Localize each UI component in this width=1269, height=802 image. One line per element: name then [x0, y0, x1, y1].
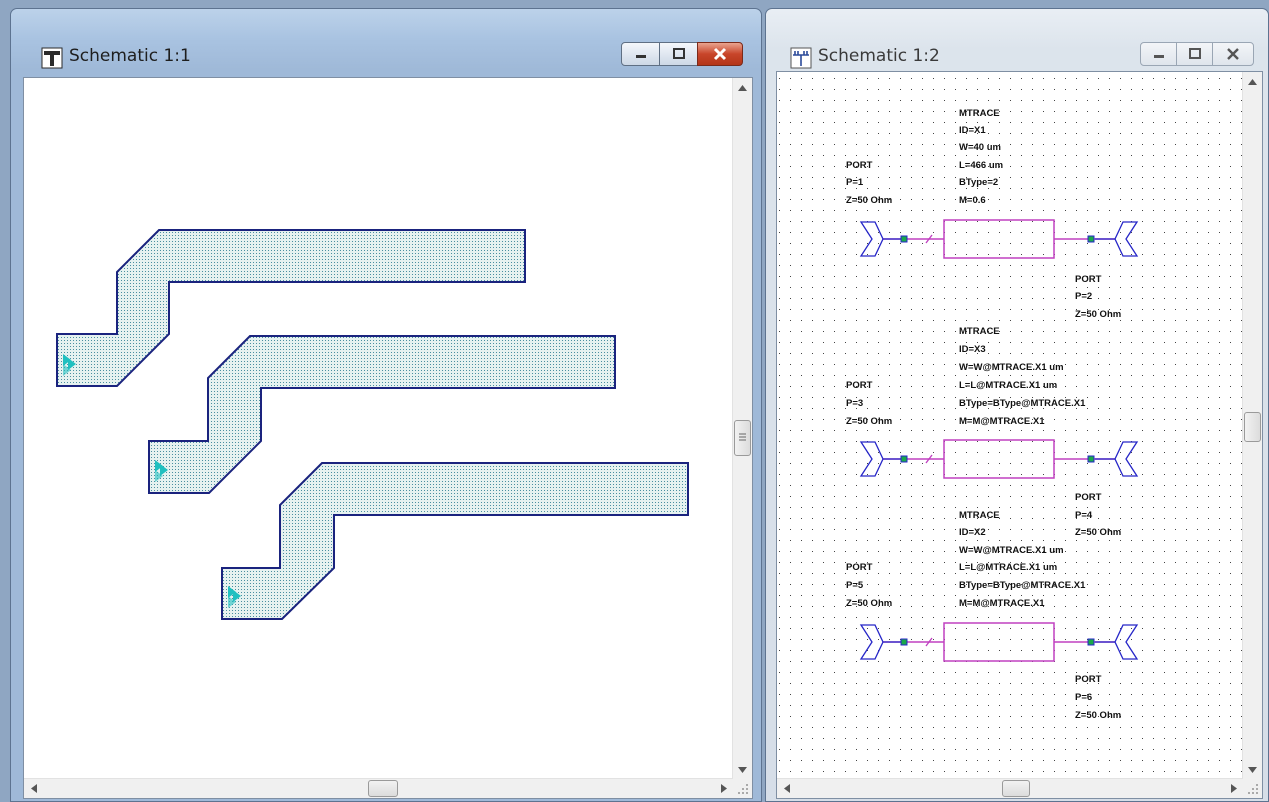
- minimize-button[interactable]: [621, 42, 660, 66]
- arrow-up-icon: [1248, 78, 1257, 85]
- window-title: Schematic 1:1: [69, 46, 191, 66]
- param-line: PORT: [846, 160, 873, 171]
- window-title: Schematic 1:2: [818, 46, 940, 66]
- node-dot: [900, 235, 908, 243]
- arrow-left-icon: [783, 784, 790, 793]
- horizontal-scrollbar[interactable]: [24, 778, 733, 798]
- param-line: L=L@MTRACE.X1 um: [959, 380, 1057, 391]
- arrow-down-icon: [738, 766, 747, 773]
- vertical-scrollbar[interactable]: [732, 78, 752, 779]
- layout-window[interactable]: Schematic 1:1: [10, 8, 762, 802]
- maximize-icon: [1188, 48, 1201, 59]
- param-line: M=0.6: [959, 195, 986, 206]
- schematic-canvas[interactable]: MTRACE ID=X1 W=40 um L=466 um BType=2 M=…: [777, 72, 1244, 780]
- horizontal-scroll-thumb[interactable]: [1002, 780, 1030, 797]
- scroll-down-button[interactable]: [733, 760, 752, 779]
- param-line: ID=X1: [959, 125, 986, 136]
- node-dot: [1087, 638, 1095, 646]
- minimize-button[interactable]: [1140, 42, 1177, 66]
- scroll-left-button[interactable]: [24, 779, 43, 798]
- scroll-right-button[interactable]: [714, 779, 733, 798]
- param-line: W=40 um: [959, 142, 1001, 153]
- resize-grip[interactable]: [1243, 779, 1262, 798]
- param-line: ID=X2: [959, 527, 986, 538]
- layout-canvas-area: [23, 77, 753, 799]
- maximize-button[interactable]: [659, 42, 698, 66]
- close-icon: [1227, 48, 1239, 60]
- resize-grip[interactable]: [733, 779, 752, 798]
- minimize-icon: [635, 55, 646, 58]
- node-dot: [1087, 455, 1095, 463]
- param-line: Z=50 Ohm: [1075, 309, 1121, 320]
- scroll-right-button[interactable]: [1224, 779, 1243, 798]
- param-line: L=L@MTRACE.X1 um: [959, 562, 1057, 573]
- close-icon: [713, 47, 727, 61]
- param-line: P=4: [1075, 510, 1093, 521]
- param-line: Z=50 Ohm: [1075, 527, 1121, 538]
- node-dot: [1087, 235, 1095, 243]
- close-button[interactable]: [1212, 42, 1254, 66]
- layout-canvas[interactable]: [24, 78, 734, 780]
- maximize-button[interactable]: [1176, 42, 1213, 66]
- param-line: PORT: [1075, 274, 1102, 285]
- param-line: MTRACE: [959, 510, 1000, 521]
- param-line: ID=X3: [959, 344, 986, 355]
- param-line: W=W@MTRACE.X1 um: [959, 362, 1064, 373]
- horizontal-scrollbar[interactable]: [777, 778, 1243, 798]
- param-line: W=W@MTRACE.X1 um: [959, 545, 1064, 556]
- param-line: Z=50 Ohm: [846, 195, 892, 206]
- param-line: M=M@MTRACE.X1: [959, 598, 1045, 609]
- param-line: P=3: [846, 398, 863, 409]
- layout-view-icon: [41, 47, 63, 69]
- arrow-up-icon: [738, 84, 747, 91]
- schematic-window-titlebar[interactable]: Schematic 1:2: [766, 9, 1268, 79]
- schematic-window[interactable]: Schematic 1:2 MTRACE ID=X1 W=40 um L=466…: [765, 8, 1269, 802]
- scroll-down-button[interactable]: [1243, 760, 1262, 779]
- layout-window-titlebar[interactable]: Schematic 1:1: [11, 9, 761, 79]
- param-line: M=M@MTRACE.X1: [959, 416, 1045, 427]
- param-line: P=6: [1075, 692, 1092, 703]
- grip-icon: [739, 433, 746, 441]
- param-line: BType=2: [959, 177, 998, 188]
- caption-buttons: [621, 42, 743, 68]
- arrow-left-icon: [30, 784, 37, 793]
- scroll-up-button[interactable]: [733, 78, 752, 97]
- param-line: BType=BType@MTRACE.X1: [959, 398, 1086, 409]
- resize-grip-icon: [1248, 784, 1258, 794]
- param-line: Z=50 Ohm: [846, 598, 892, 609]
- scroll-up-button[interactable]: [1243, 72, 1262, 91]
- vertical-scroll-thumb[interactable]: [734, 420, 751, 456]
- param-line: L=466 um: [959, 160, 1003, 171]
- maximize-icon: [672, 48, 685, 59]
- param-line: PORT: [1075, 492, 1102, 503]
- node-dot: [900, 455, 908, 463]
- horizontal-scroll-thumb[interactable]: [368, 780, 398, 797]
- arrow-down-icon: [1248, 766, 1257, 773]
- param-line: P=5: [846, 580, 864, 591]
- param-line: Z=50 Ohm: [846, 416, 892, 427]
- arrow-right-icon: [1230, 784, 1237, 793]
- scroll-left-button[interactable]: [777, 779, 796, 798]
- minimize-icon: [1153, 55, 1164, 58]
- schematic-view-icon: [790, 47, 812, 69]
- param-line: P=1: [846, 177, 864, 188]
- arrow-right-icon: [720, 784, 727, 793]
- param-line: P=2: [1075, 291, 1092, 302]
- schematic-canvas-area: MTRACE ID=X1 W=40 um L=466 um BType=2 M=…: [776, 71, 1263, 799]
- param-line: PORT: [846, 380, 873, 391]
- layout-trace-3[interactable]: [221, 462, 689, 620]
- vertical-scroll-thumb[interactable]: [1244, 412, 1261, 442]
- param-line: Z=50 Ohm: [1075, 710, 1121, 721]
- node-dot: [900, 638, 908, 646]
- param-line: MTRACE: [959, 108, 1000, 119]
- param-line: PORT: [1075, 674, 1102, 685]
- param-line: MTRACE: [959, 326, 1000, 337]
- caption-buttons: [1140, 42, 1254, 68]
- param-line: BType=BType@MTRACE.X1: [959, 580, 1086, 591]
- close-button[interactable]: [697, 42, 743, 66]
- resize-grip-icon: [738, 784, 748, 794]
- vertical-scrollbar[interactable]: [1242, 72, 1262, 779]
- param-line: PORT: [846, 562, 873, 573]
